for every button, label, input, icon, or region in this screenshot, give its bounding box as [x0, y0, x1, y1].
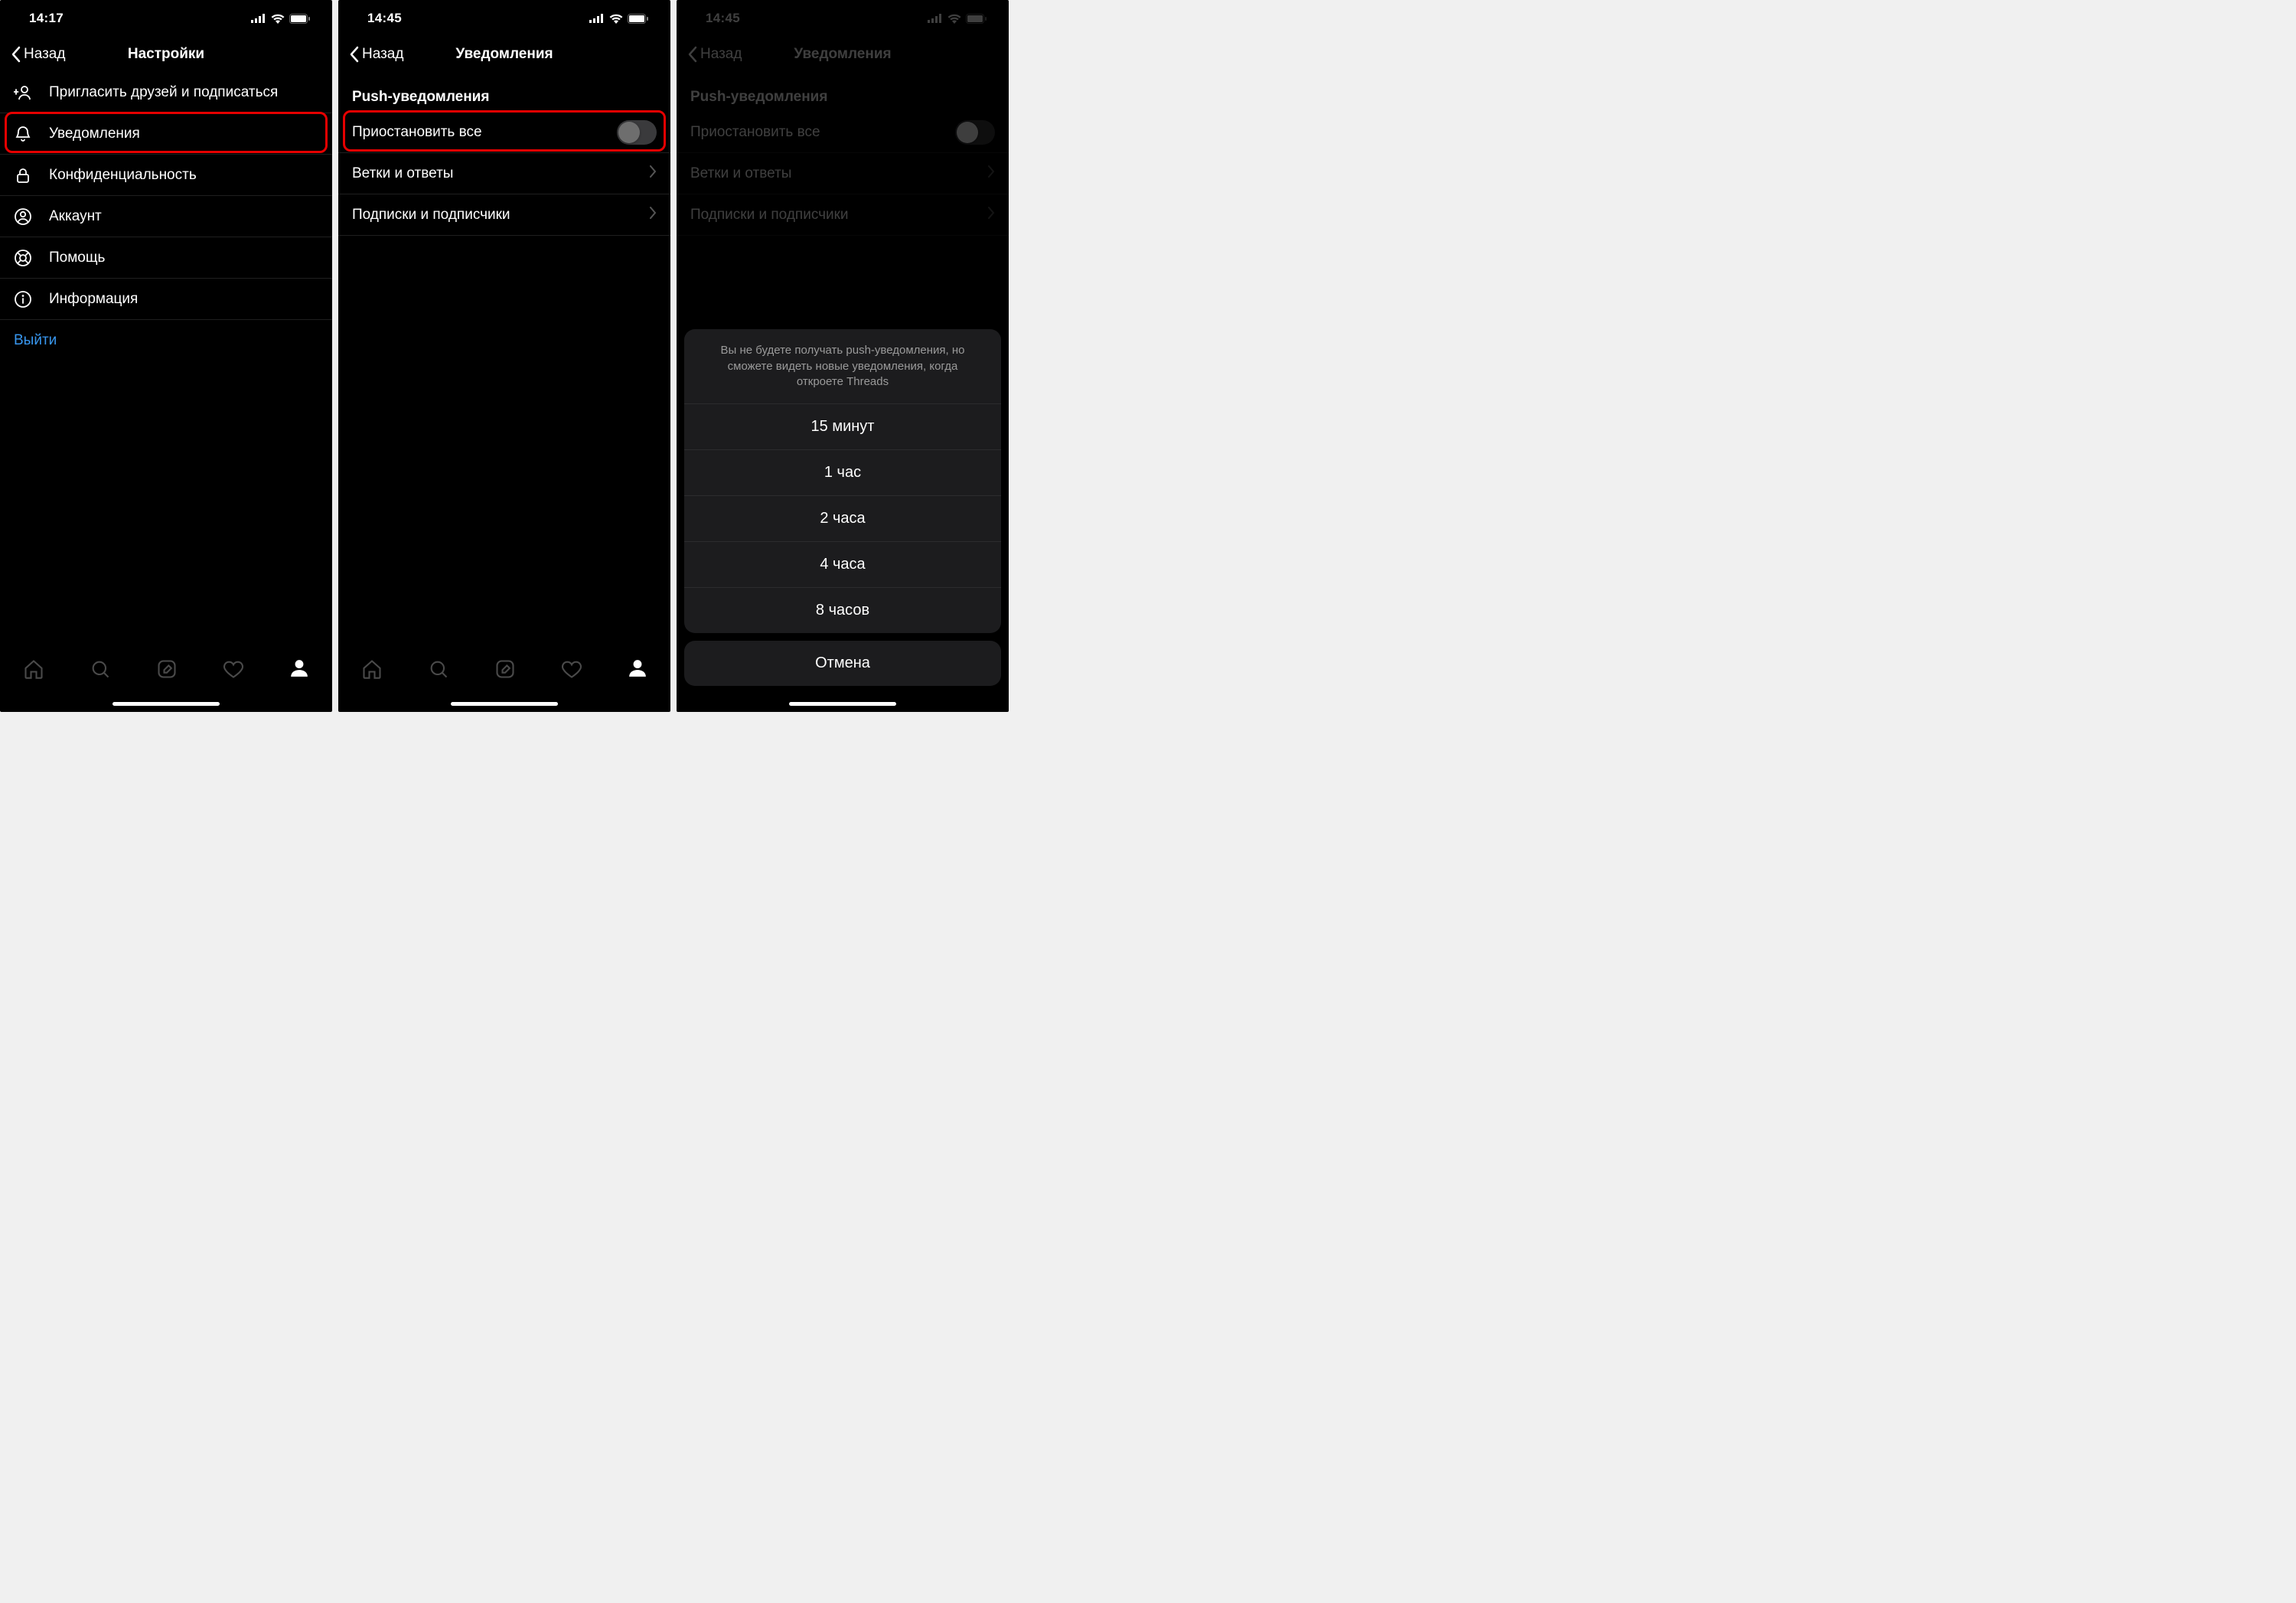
row-label: Конфиденциальность [49, 167, 318, 184]
tab-profile[interactable] [628, 658, 647, 682]
tab-activity[interactable] [561, 658, 582, 684]
cellular-icon [589, 14, 605, 23]
wifi-icon [609, 14, 623, 24]
cellular-icon [251, 14, 266, 23]
back-button[interactable]: Назад [349, 46, 403, 63]
section-header-push: Push-уведомления [338, 72, 670, 112]
user-circle-icon [14, 207, 35, 226]
bell-icon [14, 125, 35, 143]
tab-search[interactable] [428, 658, 449, 684]
home-indicator[interactable] [451, 702, 558, 706]
row-label: Ветки и ответы [352, 165, 636, 182]
phone-screen-notifications: 14:45 Назад Уведомления Push-уведомления… [338, 0, 670, 712]
row-threads-replies[interactable]: Ветки и ответы [338, 153, 670, 194]
tab-activity[interactable] [223, 658, 244, 684]
sheet-message: Вы не будете получать push-уведомления, … [684, 329, 1001, 404]
back-label: Назад [24, 46, 65, 63]
back-button[interactable]: Назад [11, 46, 65, 63]
chevron-left-icon [11, 46, 21, 63]
settings-row-account[interactable]: Аккаунт [0, 196, 332, 237]
status-icons [589, 14, 649, 24]
logout-label: Выйти [14, 332, 318, 349]
status-time: 14:45 [367, 11, 402, 26]
toggle-pause-all[interactable] [617, 120, 657, 145]
tab-compose[interactable] [494, 658, 516, 684]
row-label: Приостановить все [352, 124, 603, 141]
nav-bar: Назад Уведомления [338, 37, 670, 72]
row-follows[interactable]: Подписки и подписчики [338, 194, 670, 236]
row-label: Пригласить друзей и подписаться [49, 84, 318, 101]
tab-search[interactable] [90, 658, 111, 684]
chevron-right-icon [650, 165, 657, 181]
tab-home[interactable] [361, 658, 383, 684]
page-title: Уведомления [455, 46, 553, 63]
row-pause-all[interactable]: Приостановить все [338, 112, 670, 153]
chevron-right-icon [650, 207, 657, 223]
home-indicator[interactable] [789, 702, 896, 706]
row-label: Информация [49, 291, 318, 308]
settings-row-notifications[interactable]: Уведомления [0, 113, 332, 155]
sheet-option-8h[interactable]: 8 часов [684, 588, 1001, 633]
action-sheet-backdrop[interactable]: Вы не будете получать push-уведомления, … [677, 0, 1009, 712]
tab-home[interactable] [23, 658, 44, 684]
tab-compose[interactable] [156, 658, 178, 684]
home-indicator[interactable] [113, 702, 220, 706]
status-bar: 14:45 [338, 0, 670, 37]
row-label: Помощь [49, 250, 318, 266]
status-time: 14:17 [29, 11, 64, 26]
sheet-option-4h[interactable]: 4 часа [684, 542, 1001, 588]
sheet-cancel-button[interactable]: Отмена [684, 641, 1001, 686]
status-bar: 14:17 [0, 0, 332, 37]
settings-list: Пригласить друзей и подписаться Уведомле… [0, 72, 332, 361]
phone-screen-pause-sheet: 14:45 Назад Уведомления Push-уведомления… [677, 0, 1009, 712]
page-title: Настройки [128, 46, 204, 63]
logout-row[interactable]: Выйти [0, 320, 332, 361]
add-user-icon [14, 83, 35, 102]
info-icon [14, 290, 35, 309]
battery-icon [628, 14, 649, 24]
sheet-option-2h[interactable]: 2 часа [684, 496, 1001, 542]
row-label: Аккаунт [49, 208, 318, 225]
phone-screen-settings: 14:17 Назад Настройки Пригласить друзей … [0, 0, 332, 712]
settings-row-privacy[interactable]: Конфиденциальность [0, 155, 332, 196]
settings-row-invite[interactable]: Пригласить друзей и подписаться [0, 72, 332, 113]
tab-profile[interactable] [289, 658, 309, 682]
row-label: Подписки и подписчики [352, 207, 636, 224]
settings-row-help[interactable]: Помощь [0, 237, 332, 279]
status-icons [251, 14, 311, 24]
wifi-icon [271, 14, 285, 24]
lock-icon [14, 166, 35, 184]
sheet-option-1h[interactable]: 1 час [684, 450, 1001, 496]
action-sheet: Вы не будете получать push-уведомления, … [684, 329, 1001, 633]
battery-icon [289, 14, 311, 24]
settings-row-info[interactable]: Информация [0, 279, 332, 320]
nav-bar: Назад Настройки [0, 37, 332, 72]
back-label: Назад [362, 46, 403, 63]
lifebuoy-icon [14, 249, 35, 267]
row-label: Уведомления [49, 126, 318, 142]
sheet-option-15min[interactable]: 15 минут [684, 404, 1001, 450]
chevron-left-icon [349, 46, 359, 63]
